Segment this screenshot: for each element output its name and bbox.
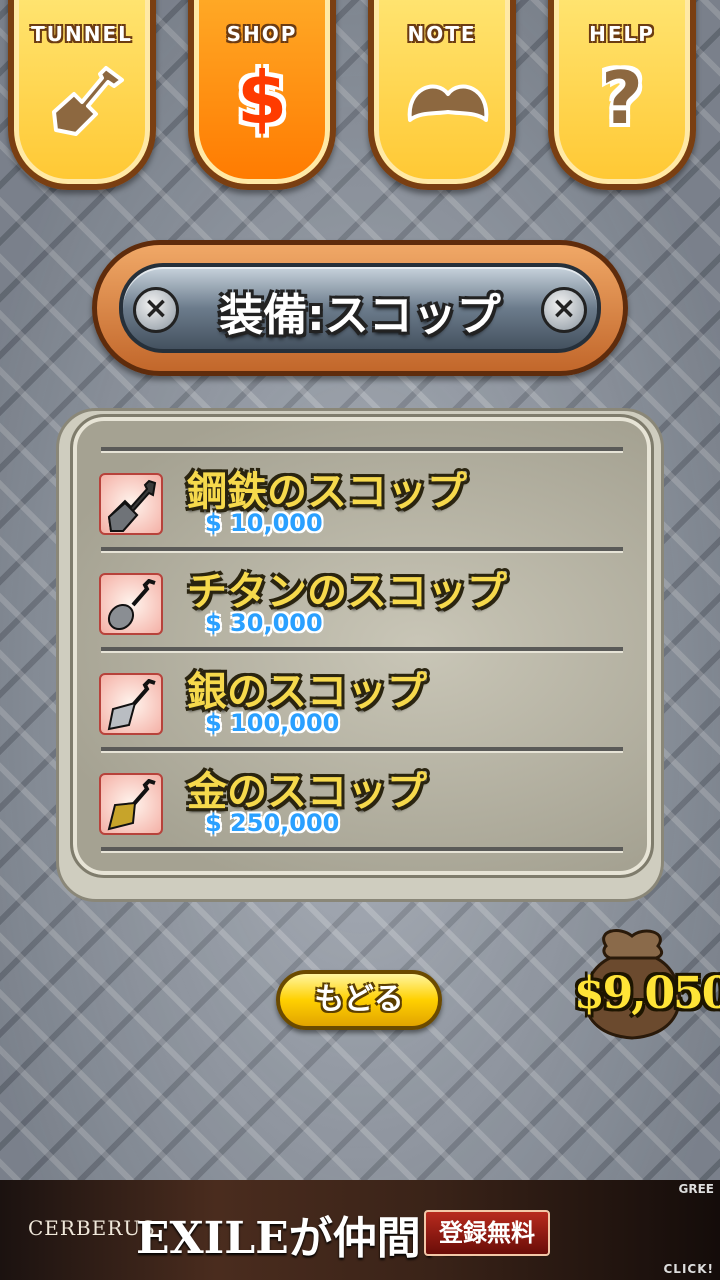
title-frame: × 装備:スコップ × bbox=[92, 240, 628, 376]
page-title: 装備:スコップ bbox=[219, 290, 501, 341]
tab-tunnel-label: TUNNEL bbox=[31, 22, 133, 46]
money-display: $9,050 bbox=[566, 924, 720, 1044]
shop-panel: 鋼鉄のスコップ $ 10,000 チタンのスコップ $ 30,000 銀のスコッ… bbox=[70, 414, 654, 878]
item-thumbnail bbox=[99, 673, 163, 735]
silver-shovel-icon bbox=[107, 679, 156, 731]
ad-gree-label: GREE bbox=[678, 1182, 714, 1196]
ad-register-button[interactable]: 登録無料 bbox=[424, 1210, 550, 1256]
item-price: $ 250,000 bbox=[205, 809, 340, 837]
tab-shop[interactable]: SHOP $ bbox=[188, 0, 336, 190]
item-price: $ 100,000 bbox=[205, 709, 340, 737]
mustache-icon bbox=[407, 84, 489, 122]
steel-shovel-icon bbox=[107, 479, 157, 532]
shovel-icon bbox=[52, 66, 124, 136]
question-icon: ? bbox=[601, 56, 643, 140]
shop-item[interactable]: 鋼鉄のスコップ $ 10,000 bbox=[99, 465, 639, 555]
item-thumbnail bbox=[99, 573, 163, 635]
titanium-shovel-icon bbox=[107, 579, 156, 631]
shop-item[interactable]: チタンのスコップ $ 30,000 bbox=[99, 565, 639, 655]
tab-shop-label: SHOP bbox=[226, 22, 298, 46]
item-price: $ 10,000 bbox=[205, 509, 323, 537]
shop-item[interactable]: 金のスコップ $ 250,000 bbox=[99, 765, 639, 855]
money-amount: $9,050 bbox=[574, 968, 720, 1019]
screw-icon: × bbox=[541, 287, 587, 333]
tab-note-label: NOTE bbox=[407, 22, 477, 46]
divider bbox=[101, 447, 623, 451]
back-button[interactable]: もどる bbox=[276, 970, 442, 1030]
ad-banner[interactable]: CERBERUS EXILEが仲間に! 登録無料 GREE CLICK! bbox=[0, 1180, 720, 1280]
item-thumbnail bbox=[99, 473, 163, 535]
title-plate: × 装備:スコップ × bbox=[119, 263, 601, 353]
tab-tunnel[interactable]: TUNNEL bbox=[8, 0, 156, 190]
tab-note[interactable]: NOTE bbox=[368, 0, 516, 190]
item-price: $ 30,000 bbox=[205, 609, 323, 637]
gold-shovel-icon bbox=[107, 779, 156, 831]
item-thumbnail bbox=[99, 773, 163, 835]
ad-click-label: CLICK! bbox=[663, 1262, 714, 1276]
tab-help[interactable]: HELP ? bbox=[548, 0, 696, 190]
shop-item[interactable]: 銀のスコップ $ 100,000 bbox=[99, 665, 639, 755]
tab-help-label: HELP bbox=[589, 22, 655, 46]
dollar-icon: $ bbox=[236, 56, 288, 140]
